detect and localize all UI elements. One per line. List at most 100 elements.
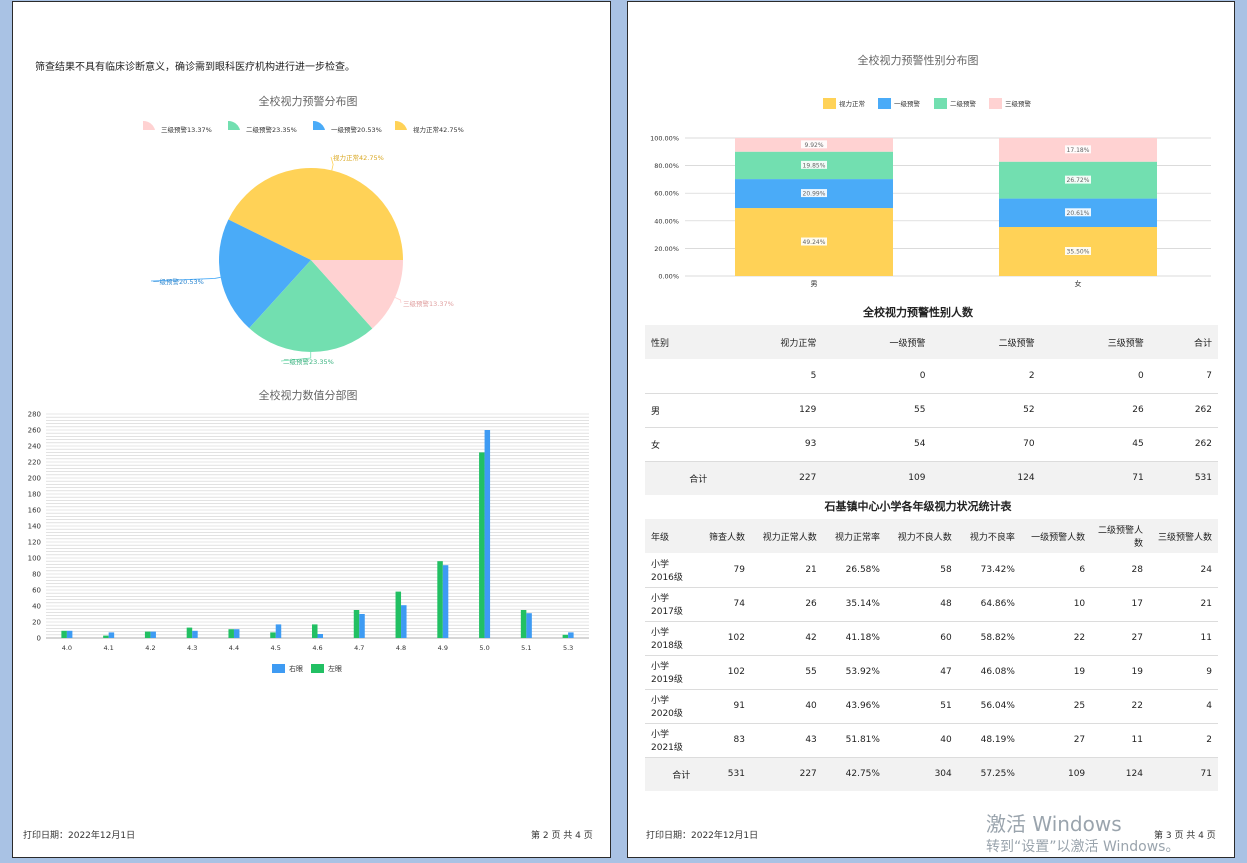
table-cell: 109 bbox=[1067, 769, 1086, 780]
table-row: 合计 531 227 42.75% 304 57.25% 109 124 71 bbox=[645, 757, 1218, 791]
column-header: 一级预警 bbox=[889, 338, 926, 349]
y-tick-label: 60.00% bbox=[654, 190, 679, 198]
y-tick-label: 260 bbox=[28, 427, 41, 435]
legend-label: 右眼 bbox=[289, 664, 303, 673]
table-cell: 70 bbox=[1023, 439, 1035, 449]
table-cell: 51.81% bbox=[845, 735, 880, 745]
table-cell: 71 bbox=[1132, 473, 1144, 484]
legend-label: 二级预警23.35% bbox=[246, 125, 297, 134]
y-tick-label: 40 bbox=[32, 603, 41, 611]
legend-label: 三级预警13.37% bbox=[161, 125, 212, 134]
left-eye-bar bbox=[437, 561, 443, 638]
pie-slice-label: 二级预警23.35% bbox=[283, 357, 334, 366]
table-cell: 124 bbox=[1017, 473, 1035, 484]
column-header: 三级预警 bbox=[1107, 338, 1144, 349]
x-tick-label: 4.2 bbox=[145, 644, 155, 652]
activation-watermark-subtitle: 转到“设置”以激活 Windows。 bbox=[986, 839, 1180, 855]
table-cell: 40 bbox=[805, 701, 817, 711]
left-eye-bar bbox=[562, 634, 569, 638]
table-cell: 71 bbox=[1200, 769, 1212, 780]
left-eye-bar bbox=[228, 629, 234, 638]
table-cell: 小学2018级 bbox=[651, 628, 683, 651]
right-eye-bar bbox=[484, 430, 491, 638]
table-cell: 48 bbox=[940, 599, 952, 609]
stacked-chart-title: 全校视力预警性别分布图 bbox=[857, 54, 979, 67]
x-tick-label: 4.1 bbox=[103, 644, 113, 652]
legend-swatch bbox=[395, 120, 407, 130]
table-cell: 227 bbox=[799, 473, 817, 484]
x-tick-label: 5.0 bbox=[479, 644, 489, 652]
right-eye-bar bbox=[150, 631, 156, 638]
bar-legend-item: 左眼 bbox=[311, 664, 342, 673]
legend-swatch bbox=[228, 120, 240, 130]
stack-legend-item: 一级预警 bbox=[878, 98, 921, 109]
y-tick-label: 40.00% bbox=[654, 217, 679, 225]
table-row: 5 0 2 0 7 bbox=[645, 359, 1218, 393]
legend-label: 一级预警 bbox=[894, 99, 921, 108]
segment-label: 49.24% bbox=[803, 239, 826, 246]
column-header: 视力正常率 bbox=[834, 532, 880, 543]
table-row: 小学2016级 79 21 26.58% 58 73.42% 6 28 24 bbox=[645, 553, 1218, 587]
pie-chart-title: 全校视力预警分布图 bbox=[258, 95, 358, 108]
print-date: 打印日期：2022年12月1日 bbox=[646, 831, 759, 841]
column-header: 性别 bbox=[651, 338, 670, 349]
table-cell: 24 bbox=[1200, 564, 1212, 575]
table-cell: 52 bbox=[1023, 405, 1035, 415]
right-eye-bar bbox=[359, 614, 365, 638]
table-cell: 28 bbox=[1131, 564, 1143, 575]
table-cell: 0 bbox=[1137, 370, 1144, 381]
table-row: 女 93 54 70 45 262 bbox=[645, 427, 1218, 461]
x-tick-label: 男 bbox=[811, 280, 818, 288]
left-eye-bar bbox=[270, 632, 276, 638]
table-cell: 74 bbox=[733, 599, 745, 609]
table-cell: 19 bbox=[1073, 667, 1086, 677]
table-cell: 21 bbox=[805, 564, 817, 575]
table-cell: 40 bbox=[940, 735, 952, 745]
legend-swatch bbox=[311, 664, 324, 673]
table-cell: 56.04% bbox=[980, 701, 1015, 711]
segment-label: 19.85% bbox=[803, 162, 826, 169]
left-eye-bar bbox=[395, 591, 402, 638]
column-header: 视力正常 bbox=[780, 338, 817, 349]
table-cell: 109 bbox=[908, 473, 926, 484]
pie-label-line bbox=[394, 297, 402, 304]
legend-swatch bbox=[823, 98, 836, 109]
table-row: 小学2017级 74 26 35.14% 48 64.86% 10 17 21 bbox=[645, 587, 1218, 621]
gender-count-table: 性别 视力正常 一级预警 二级预警 三级预警 合计 5 0 2 0 7 男 129 55 52 26 262 女 9… bbox=[645, 325, 1218, 495]
column-header: 二级预警人数 bbox=[1097, 526, 1143, 549]
table-cell: 6 bbox=[1079, 564, 1086, 575]
table-cell: 58 bbox=[940, 564, 952, 575]
right-eye-bar bbox=[275, 624, 282, 638]
report-page-3: 全校视力预警性别分布图 视力正常 一级预警 二级预警 三级预警 0.00% 20.00% 4… bbox=[627, 1, 1235, 858]
table-cell: 102 bbox=[727, 633, 745, 643]
right-eye-bar bbox=[442, 565, 449, 638]
y-tick-label: 20.00% bbox=[654, 245, 679, 253]
table-cell: 5 bbox=[810, 370, 817, 381]
pie-legend-item: 一级预警20.53% bbox=[313, 120, 382, 134]
table-cell bbox=[645, 359, 713, 393]
y-tick-label: 140 bbox=[28, 523, 41, 531]
table-cell: 17 bbox=[1131, 599, 1143, 609]
y-tick-label: 120 bbox=[28, 539, 41, 547]
table-cell: 47 bbox=[940, 667, 952, 677]
stack-legend-item: 视力正常 bbox=[823, 98, 865, 109]
y-tick-label: 200 bbox=[28, 475, 41, 483]
gender-table-title: 全校视力预警性别人数 bbox=[863, 306, 973, 319]
legend-label: 一级预警20.53% bbox=[331, 125, 382, 134]
table-cell: 124 bbox=[1125, 769, 1143, 780]
table-cell: 129 bbox=[799, 405, 817, 415]
legend-label: 视力正常42.75% bbox=[413, 125, 464, 134]
print-date: 打印日期：2022年12月1日 bbox=[23, 831, 136, 841]
right-eye-bar bbox=[317, 634, 323, 638]
bar-chart-title: 全校视力数值分部图 bbox=[258, 389, 358, 402]
table-cell: 27 bbox=[1073, 735, 1086, 745]
y-tick-label: 100 bbox=[28, 555, 41, 563]
column-header: 二级预警 bbox=[998, 338, 1035, 349]
table-cell: 合计 bbox=[689, 474, 708, 485]
table-cell: 4 bbox=[1206, 701, 1212, 711]
x-tick-label: 5.3 bbox=[563, 644, 573, 652]
y-tick-label: 20 bbox=[32, 619, 41, 627]
bar-legend-item: 右眼 bbox=[272, 664, 303, 673]
column-header: 年级 bbox=[651, 532, 670, 543]
x-tick-label: 4.0 bbox=[62, 644, 72, 652]
